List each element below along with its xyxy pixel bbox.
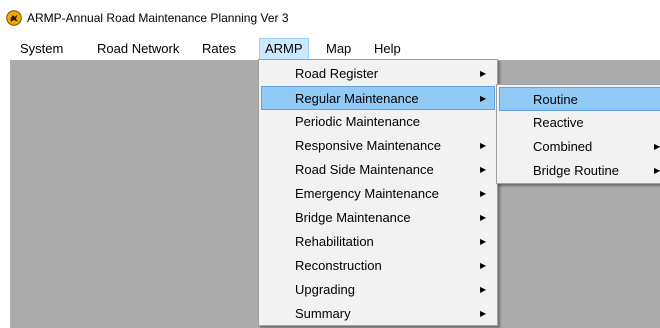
menu-item-responsive-maintenance[interactable]: Responsive Maintenance ▶ <box>261 134 495 158</box>
menu-item-combined[interactable]: Combined ▶ <box>499 135 660 159</box>
menu-item-regular-maintenance[interactable]: Regular Maintenance ▶ <box>261 86 495 110</box>
menu-item-label: Responsive Maintenance <box>295 138 441 153</box>
menu-system[interactable]: System <box>14 38 69 60</box>
menu-item-label: Summary <box>295 306 351 321</box>
menu-item-road-register[interactable]: Road Register ▶ <box>261 62 495 86</box>
menu-item-rehabilitation[interactable]: Rehabilitation ▶ <box>261 230 495 254</box>
submenu-arrow-icon: ▶ <box>480 94 487 103</box>
menu-item-label: Rehabilitation <box>295 234 374 249</box>
submenu-arrow-icon: ▶ <box>480 285 487 294</box>
menu-item-label: Regular Maintenance <box>295 91 419 106</box>
menu-item-bridge-routine[interactable]: Bridge Routine ▶ <box>499 159 660 183</box>
menu-item-label: Reconstruction <box>295 258 382 273</box>
menu-item-reactive[interactable]: Reactive <box>499 111 660 135</box>
regular-maintenance-submenu: Routine Reactive Combined ▶ Bridge Routi… <box>496 84 660 184</box>
menu-item-label: Combined <box>533 139 593 154</box>
menu-item-reconstruction[interactable]: Reconstruction ▶ <box>261 254 495 278</box>
submenu-arrow-icon: ▶ <box>480 69 487 78</box>
submenu-arrow-icon: ▶ <box>480 261 487 270</box>
submenu-arrow-icon: ▶ <box>480 213 487 222</box>
title-bar: ARMP-Annual Road Maintenance Planning Ve… <box>0 0 660 38</box>
window-title: ARMP-Annual Road Maintenance Planning Ve… <box>27 11 289 25</box>
menu-bar: System Road Network Rates ARMP Map Help <box>0 38 660 60</box>
submenu-arrow-icon: ▶ <box>654 166 660 175</box>
menu-item-label: Bridge Maintenance <box>295 210 411 225</box>
menu-item-label: Emergency Maintenance <box>295 186 439 201</box>
submenu-arrow-icon: ▶ <box>654 142 660 151</box>
menu-item-label: Bridge Routine <box>533 163 619 178</box>
menu-help[interactable]: Help <box>368 38 407 60</box>
submenu-arrow-icon: ▶ <box>480 189 487 198</box>
menu-item-emergency-maintenance[interactable]: Emergency Maintenance ▶ <box>261 182 495 206</box>
menu-item-upgrading[interactable]: Upgrading ▶ <box>261 278 495 302</box>
menu-item-label: Routine <box>533 92 578 107</box>
menu-item-bridge-maintenance[interactable]: Bridge Maintenance ▶ <box>261 206 495 230</box>
menu-item-periodic-maintenance[interactable]: Periodic Maintenance <box>261 110 495 134</box>
menu-item-road-side-maintenance[interactable]: Road Side Maintenance ▶ <box>261 158 495 182</box>
menu-item-routine[interactable]: Routine <box>499 87 660 111</box>
menu-item-label: Road Register <box>295 66 379 81</box>
menu-item-label: Upgrading <box>295 282 355 297</box>
submenu-arrow-icon: ▶ <box>480 165 487 174</box>
menu-road-network[interactable]: Road Network <box>91 38 185 60</box>
submenu-arrow-icon: ▶ <box>480 309 487 318</box>
menu-item-label: Road Side Maintenance <box>295 162 434 177</box>
menu-rates[interactable]: Rates <box>196 38 242 60</box>
submenu-arrow-icon: ▶ <box>480 237 487 246</box>
menu-armp[interactable]: ARMP <box>259 38 309 60</box>
armp-app-icon <box>6 10 22 26</box>
menu-item-label: Reactive <box>533 115 584 130</box>
submenu-arrow-icon: ▶ <box>480 141 487 150</box>
armp-menu: Road Register ▶ Regular Maintenance ▶ Pe… <box>258 59 498 326</box>
menu-item-label: Periodic Maintenance <box>295 114 421 129</box>
menu-map[interactable]: Map <box>320 38 357 60</box>
menu-item-summary[interactable]: Summary ▶ <box>261 302 495 326</box>
